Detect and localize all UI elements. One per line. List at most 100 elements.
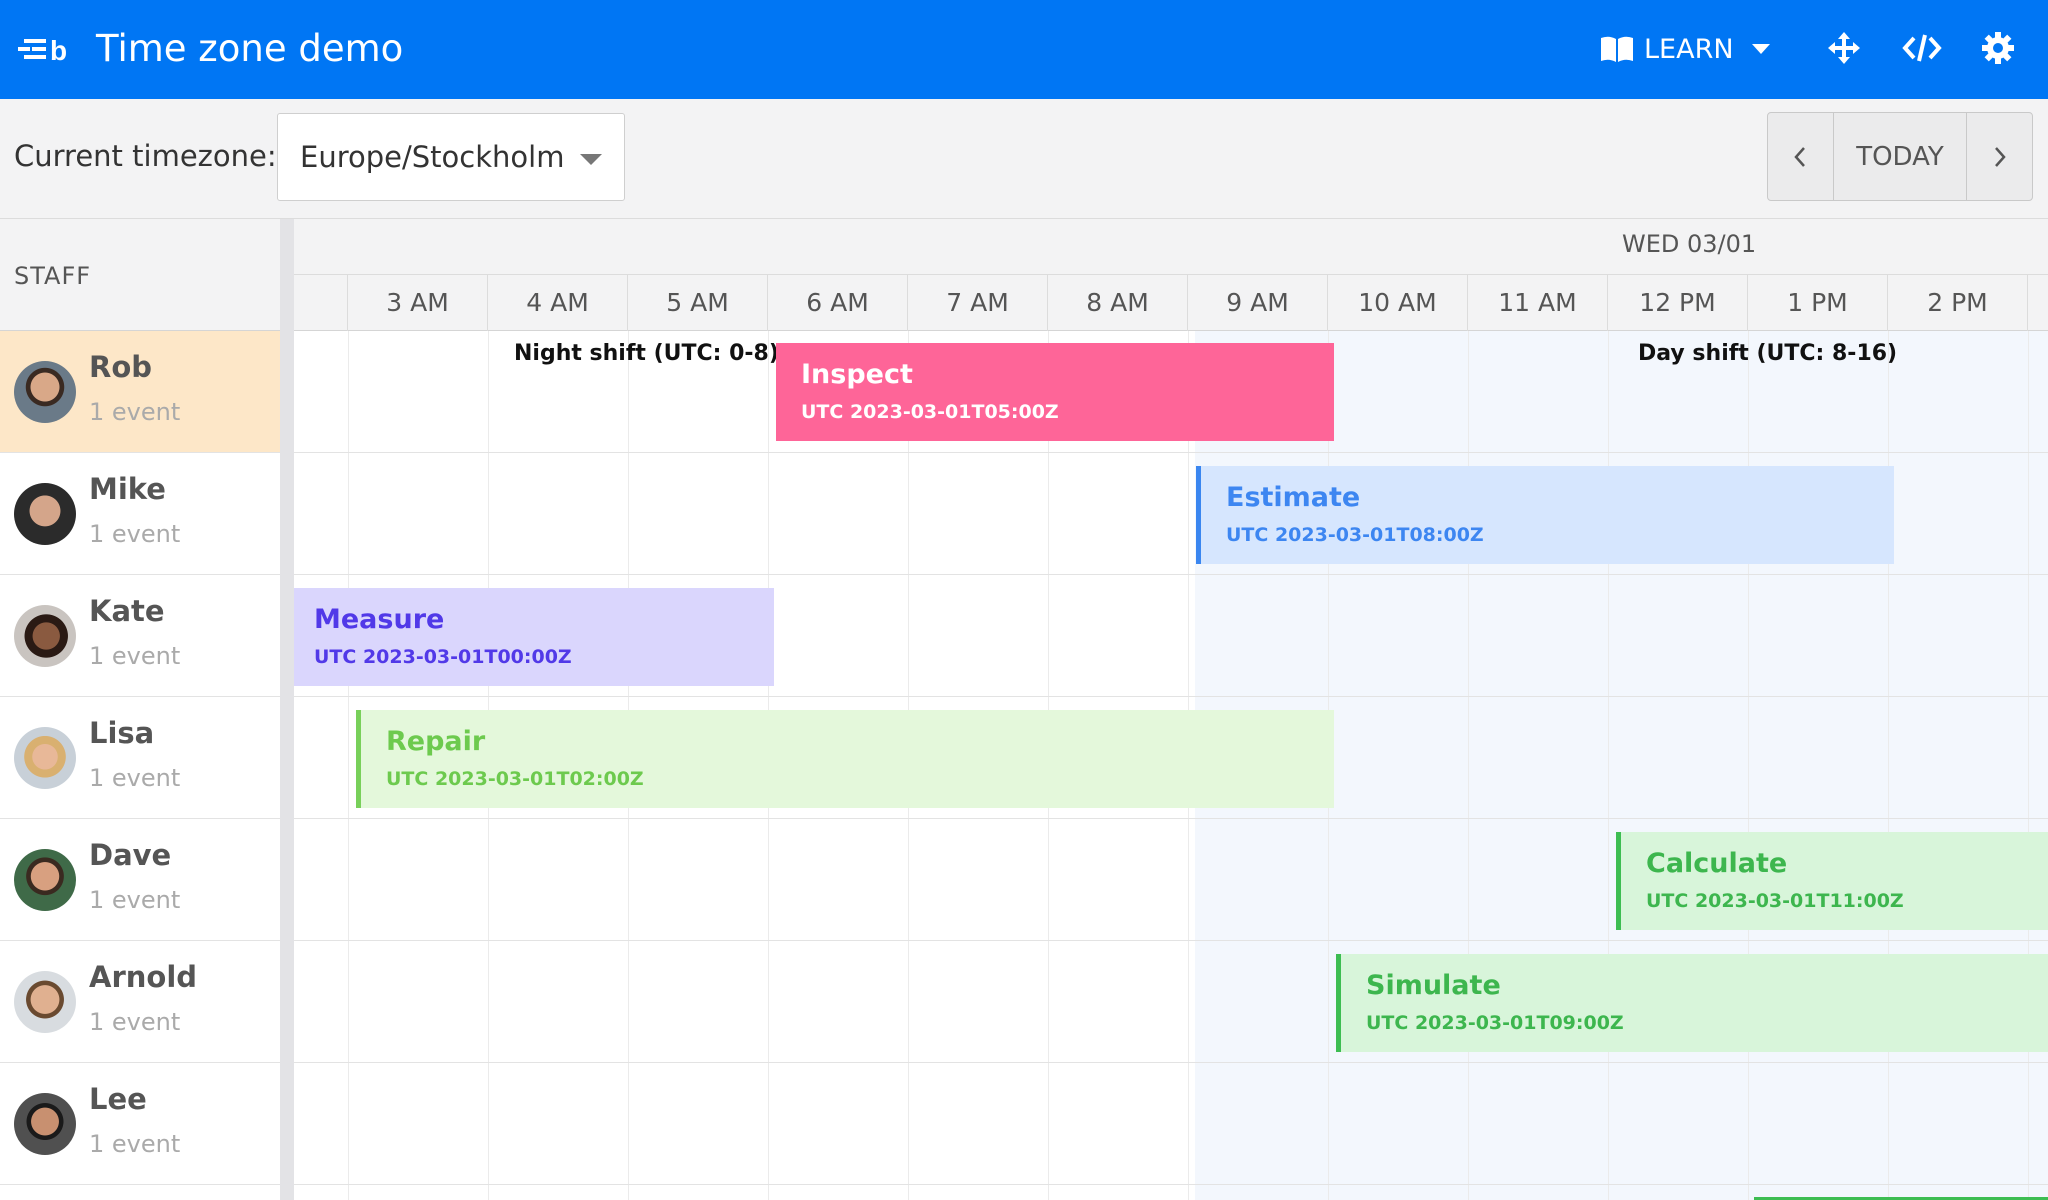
- timezone-select[interactable]: Europe/Stockholm: [277, 113, 625, 201]
- event-time: UTC 2023-03-01T09:00Z: [1366, 1012, 1624, 1034]
- row-divider: [294, 1062, 2048, 1063]
- staff-name: Arnold: [89, 960, 198, 994]
- staff-event-count: 1 event: [89, 642, 181, 670]
- dropdown-caret-icon: [580, 154, 602, 165]
- staff-event-count: 1 event: [89, 1008, 181, 1036]
- book-icon: [1601, 36, 1633, 62]
- panel-splitter[interactable]: [280, 219, 294, 1200]
- staff-row-rob[interactable]: Rob 1 event: [0, 331, 280, 453]
- hour-header: 8 AM: [1048, 275, 1188, 331]
- row-divider: [294, 696, 2048, 697]
- bryntum-logo-icon[interactable]: b: [18, 34, 78, 64]
- learn-label: LEARN: [1644, 33, 1734, 65]
- hour-header: 2 PM: [1888, 275, 2028, 331]
- event-repair[interactable]: Repair UTC 2023-03-01T02:00Z: [356, 710, 1334, 808]
- row-divider: [294, 940, 2048, 941]
- hour-header: 12 PM: [1608, 275, 1748, 331]
- timeline: WED 03/01 M 3 AM 4 AM 5 AM 6 AM 7 AM 8 A…: [294, 219, 2048, 1200]
- staff-column-header[interactable]: STAFF: [0, 219, 280, 331]
- event-calculate[interactable]: Calculate UTC 2023-03-01T11:00Z: [1616, 832, 2048, 930]
- hour-header: 10 AM: [1328, 275, 1468, 331]
- svg-text:b: b: [50, 35, 67, 64]
- hour-header-row: M 3 AM 4 AM 5 AM 6 AM 7 AM 8 AM 9 AM 10 …: [294, 274, 2048, 331]
- avatar: [14, 605, 76, 667]
- day-header: WED 03/01: [1622, 230, 1757, 258]
- staff-event-count: 1 event: [89, 764, 181, 792]
- event-time: UTC 2023-03-01T00:00Z: [314, 646, 572, 668]
- staff-name: Dave: [89, 838, 172, 872]
- avatar: [14, 1093, 76, 1155]
- hour-header: 9 AM: [1188, 275, 1328, 331]
- night-shift-label: Night shift (UTC: 0-8): [514, 341, 779, 366]
- staff-row-lee[interactable]: Lee 1 event: [0, 1063, 280, 1185]
- staff-row-lisa[interactable]: Lisa 1 event: [0, 697, 280, 819]
- staff-event-count: 1 event: [89, 886, 181, 914]
- event-time: UTC 2023-03-01T11:00Z: [1646, 890, 1904, 912]
- staff-name: Lee: [89, 1082, 147, 1116]
- event-title: Simulate: [1366, 970, 1501, 1001]
- staff-name: Kate: [89, 594, 165, 628]
- grid-line: [1468, 331, 1469, 1200]
- hour-header: 11 AM: [1468, 275, 1608, 331]
- staff-row-mike[interactable]: Mike 1 event: [0, 453, 280, 575]
- hour-header: 1 PM: [1748, 275, 1888, 331]
- learn-menu-button[interactable]: LEARN: [1600, 26, 1770, 72]
- event-title: Measure: [314, 604, 445, 635]
- code-icon[interactable]: [1902, 30, 1942, 66]
- row-divider: [294, 1184, 2048, 1185]
- row-divider: [294, 818, 2048, 819]
- hour-header: 5 AM: [628, 275, 768, 331]
- row-divider: [294, 452, 2048, 453]
- grid-line: [1888, 331, 1889, 1200]
- event-simulate[interactable]: Simulate UTC 2023-03-01T09:00Z: [1336, 954, 2048, 1052]
- staff-row-kate[interactable]: Kate 1 event: [0, 575, 280, 697]
- event-title: Calculate: [1646, 848, 1788, 879]
- staff-panel: STAFF Rob 1 event Mike 1 event Kate 1 ev…: [0, 219, 280, 1200]
- day-shift-label: Day shift (UTC: 8-16): [1638, 341, 1898, 366]
- chevron-right-icon: [1994, 146, 2006, 167]
- next-button[interactable]: [1967, 113, 2032, 200]
- grid-line: [348, 331, 349, 1200]
- staff-name: Rob: [89, 350, 153, 384]
- grid-line: [2028, 331, 2029, 1200]
- event-time: UTC 2023-03-01T05:00Z: [801, 401, 1059, 423]
- event-title: Estimate: [1226, 482, 1361, 513]
- timezone-value: Europe/Stockholm: [300, 140, 565, 174]
- event-title: Inspect: [801, 359, 913, 390]
- event-time: UTC 2023-03-01T02:00Z: [386, 768, 644, 790]
- avatar: [14, 727, 76, 789]
- move-icon[interactable]: [1826, 30, 1862, 66]
- grid-line: [1748, 331, 1749, 1200]
- event-estimate[interactable]: Estimate UTC 2023-03-01T08:00Z: [1196, 466, 1894, 564]
- timeline-body: Night shift (UTC: 0-8) Day shift (UTC: 8…: [294, 331, 2048, 1200]
- row-divider: [294, 574, 2048, 575]
- app-header: b Time zone demo LEARN: [0, 0, 2048, 99]
- date-navigation: TODAY: [1767, 112, 2033, 201]
- gear-icon[interactable]: [1980, 30, 2016, 66]
- timezone-label: Current timezone:: [14, 139, 277, 173]
- grid-line: [1608, 331, 1609, 1200]
- chevron-left-icon: [1794, 146, 1806, 167]
- staff-row-arnold[interactable]: Arnold 1 event: [0, 941, 280, 1063]
- staff-event-count: 1 event: [89, 520, 181, 548]
- staff-event-count: 1 event: [89, 398, 181, 426]
- chevron-down-icon: [1751, 44, 1770, 54]
- event-title: Repair: [386, 726, 486, 757]
- staff-name: Lisa: [89, 716, 155, 750]
- event-measure[interactable]: Measure UTC 2023-03-01T00:00Z: [294, 588, 774, 686]
- hour-header: 6 AM: [768, 275, 908, 331]
- previous-button[interactable]: [1768, 113, 1834, 200]
- avatar: [14, 483, 76, 545]
- staff-event-count: 1 event: [89, 1130, 181, 1158]
- staff-header-label: STAFF: [14, 262, 92, 290]
- today-button[interactable]: TODAY: [1834, 113, 1968, 200]
- event-inspect[interactable]: Inspect UTC 2023-03-01T05:00Z: [776, 343, 1334, 441]
- hour-header: 7 AM: [908, 275, 1048, 331]
- avatar: [14, 849, 76, 911]
- avatar: [14, 361, 76, 423]
- staff-row-dave[interactable]: Dave 1 event: [0, 819, 280, 941]
- event-time: UTC 2023-03-01T08:00Z: [1226, 524, 1484, 546]
- staff-name: Mike: [89, 472, 166, 506]
- avatar: [14, 971, 76, 1033]
- timeline-header: WED 03/01 M 3 AM 4 AM 5 AM 6 AM 7 AM 8 A…: [294, 219, 2048, 331]
